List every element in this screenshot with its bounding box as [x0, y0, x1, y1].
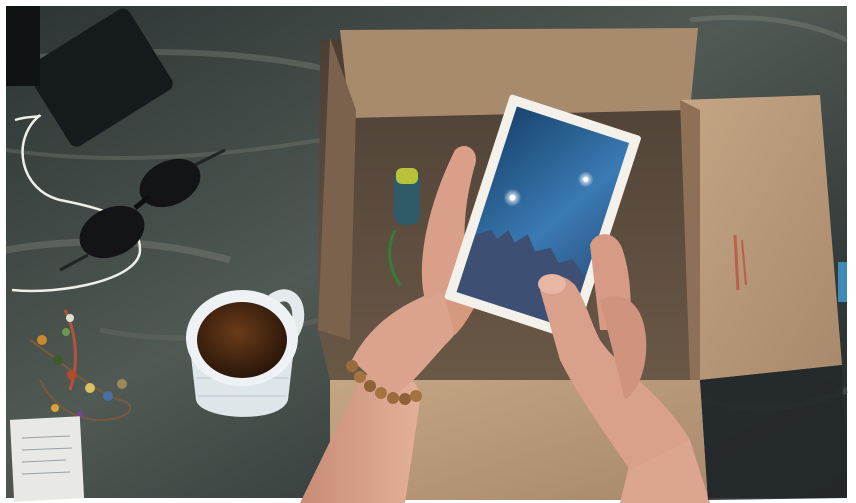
thumbnail-right [538, 274, 566, 294]
table-right-shadow [700, 365, 847, 500]
blue-object [838, 262, 847, 302]
scene-drawing [0, 0, 856, 503]
tea [197, 302, 287, 378]
tea-mug [186, 289, 305, 417]
photo-scene [0, 0, 856, 503]
box-right-flap [680, 95, 842, 380]
dark-object-left [6, 6, 40, 86]
note-paper [9, 416, 85, 502]
